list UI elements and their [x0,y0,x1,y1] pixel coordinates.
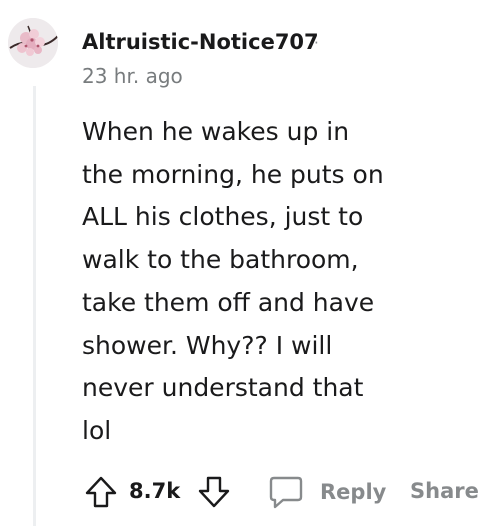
upvote-button[interactable] [82,473,120,511]
comment-bubble-icon [269,476,303,509]
comment-timestamp[interactable]: 23 hr. ago [82,64,183,88]
comment-body-line: When he wakes up in [82,117,350,146]
comment-author[interactable]: Altruistic-Notice707 [82,30,319,54]
share-button[interactable]: Share [410,479,479,503]
avatar[interactable] [8,18,58,68]
downvote-button[interactable] [195,473,233,511]
comment-body-line: take them off and have [82,287,375,317]
comment-actions: 8.7k Reply Share [0,470,502,514]
comment-body-line: shower. Why?? I will [82,330,333,360]
meta-separator: · [314,34,319,52]
vote-score: 8.7k [129,479,181,503]
thread-line[interactable] [33,86,36,526]
cherry-blossom-avatar-icon [8,18,58,68]
comment-body-line: the morning, he puts on [82,159,384,189]
comment-body: When he wakes up in the morning, he puts… [82,111,422,453]
comment-body-line: never understand that [82,373,364,403]
comment-body-line: lol [82,415,112,445]
reply-label: Reply [320,480,387,504]
comment-body-line: ALL his clothes, just to [82,202,364,232]
reply-button[interactable]: Reply [266,472,386,512]
downvote-arrow-icon [198,476,230,508]
comment-body-line: walk to the bathroom, [82,245,359,275]
upvote-arrow-icon [85,476,117,508]
